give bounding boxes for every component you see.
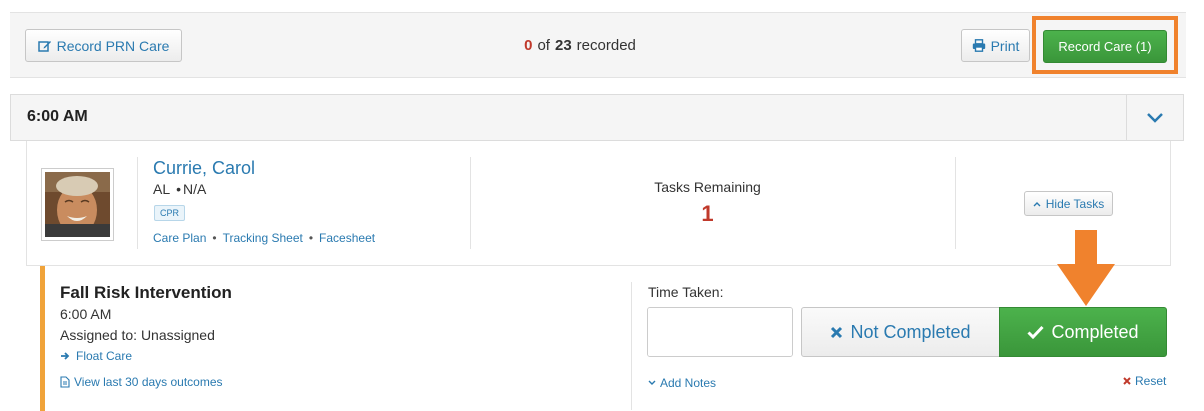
- care-tracker-page: Record PRN Care 0 of 23 recorded Print R…: [0, 0, 1204, 411]
- outcomes-label: View last 30 days outcomes: [74, 375, 223, 389]
- time-taken-input[interactable]: [648, 308, 792, 356]
- tracking-sheet-link[interactable]: Tracking Sheet: [223, 231, 303, 245]
- code-status-badge: CPR: [154, 205, 186, 221]
- resident-name[interactable]: Currie, Carol: [153, 158, 255, 179]
- time-taken-group: min: [647, 307, 793, 357]
- task-title: Fall Risk Intervention: [60, 283, 232, 302]
- care-plan-link[interactable]: Care Plan: [153, 231, 206, 245]
- arrow-right-icon: [61, 352, 70, 360]
- task-row: Fall Risk Intervention 6:00 AM Assigned …: [40, 266, 1184, 411]
- record-prn-care-button[interactable]: Record PRN Care: [25, 29, 182, 62]
- float-care-link[interactable]: Float Care: [60, 349, 132, 363]
- record-prn-care-label: Record PRN Care: [56, 37, 170, 54]
- record-care-label: Record Care (1): [1058, 39, 1152, 54]
- close-icon: [831, 326, 843, 338]
- add-notes-link[interactable]: Add Notes: [648, 376, 716, 390]
- link-separator: •: [212, 231, 217, 245]
- recorded-suffix: recorded: [576, 36, 636, 54]
- resident-divider: [137, 157, 138, 249]
- time-group-label: 6:00 AM: [27, 108, 88, 125]
- time-taken-label: Time Taken:: [648, 284, 724, 300]
- check-icon: [1027, 325, 1045, 339]
- collapse-toggle[interactable]: [1126, 95, 1183, 140]
- print-icon: [972, 39, 985, 52]
- reset-x-icon: [1123, 377, 1131, 385]
- task-assigned: Assigned to: Unassigned: [60, 327, 215, 343]
- print-button[interactable]: Print: [961, 29, 1030, 62]
- resident-links: Care Plan • Tracking Sheet • Facesheet: [153, 231, 375, 245]
- resident-meta: AL • N/A: [153, 181, 206, 197]
- care-toolbar: Record PRN Care 0 of 23 recorded Print R…: [10, 12, 1186, 78]
- recorded-count: 0: [524, 36, 533, 54]
- recorded-total: 23: [554, 36, 572, 54]
- hide-tasks-label: Hide Tasks: [1045, 196, 1105, 211]
- resident-unit: AL: [153, 181, 171, 197]
- link-separator: •: [308, 231, 314, 245]
- resident-card: Currie, Carol AL • N/A CPR Care Plan • T…: [26, 141, 1171, 266]
- time-group-header[interactable]: 6:00 AM: [10, 94, 1184, 141]
- reset-link[interactable]: Reset: [1123, 374, 1166, 388]
- reset-label: Reset: [1135, 374, 1167, 388]
- tasks-remaining-count: 1: [701, 201, 714, 226]
- print-label: Print: [990, 37, 1020, 54]
- task-time: 6:00 AM: [60, 306, 112, 322]
- tasks-remaining-label: Tasks Remaining: [654, 179, 761, 195]
- record-care-button[interactable]: Record Care (1): [1043, 30, 1167, 63]
- tasks-divider-right: [955, 157, 956, 249]
- resident-photo: [45, 172, 110, 237]
- completed-button[interactable]: Completed: [999, 307, 1167, 357]
- not-completed-label: Not Completed: [850, 321, 971, 342]
- chevron-down-icon: [648, 380, 656, 385]
- completed-label: Completed: [1051, 321, 1139, 342]
- recorded-summary: 0 of 23 recorded: [430, 13, 730, 77]
- not-completed-button[interactable]: Not Completed: [801, 307, 1000, 357]
- edit-icon: [37, 40, 51, 52]
- chevron-down-icon: [1147, 112, 1163, 123]
- document-icon: [60, 376, 70, 388]
- resident-room: N/A: [183, 181, 207, 197]
- task-divider: [631, 282, 632, 410]
- avatar[interactable]: [41, 168, 114, 241]
- facesheet-link[interactable]: Facesheet: [319, 231, 375, 245]
- hide-tasks-button[interactable]: Hide Tasks: [1024, 191, 1113, 216]
- chevron-up-icon: [1033, 201, 1041, 206]
- meta-separator: •: [176, 181, 182, 197]
- float-care-label: Float Care: [76, 349, 133, 363]
- recorded-of: of: [537, 36, 550, 54]
- outcomes-link[interactable]: View last 30 days outcomes: [60, 375, 223, 389]
- add-notes-label: Add Notes: [660, 376, 717, 390]
- annotation-arrow-icon: [1057, 230, 1115, 306]
